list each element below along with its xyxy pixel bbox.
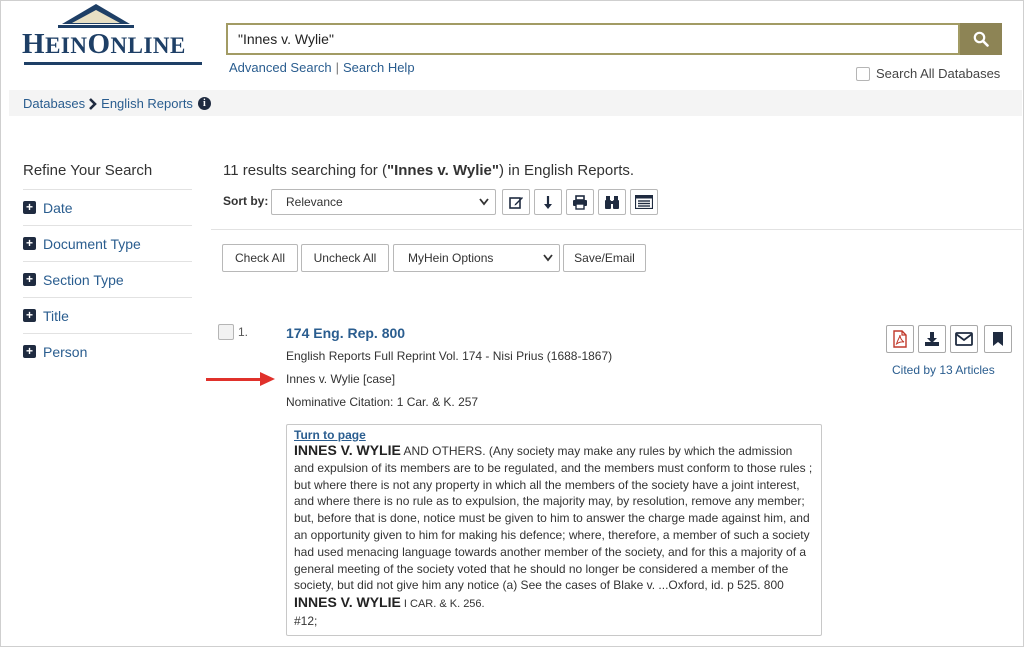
facet-label: Person bbox=[43, 343, 88, 360]
list-view-button[interactable] bbox=[630, 189, 658, 215]
plus-icon: + bbox=[23, 309, 36, 322]
snippet-text: INNES V. WYLIE AND OTHERS. (Any society … bbox=[294, 442, 814, 630]
bookmark-button[interactable] bbox=[984, 325, 1012, 353]
search-all-checkbox[interactable] bbox=[856, 66, 870, 81]
result-number: 1. bbox=[238, 325, 249, 339]
sort-select[interactable]: Relevance bbox=[271, 189, 496, 215]
pdf-icon bbox=[893, 330, 907, 348]
pdf-button[interactable] bbox=[886, 325, 914, 353]
breadcrumb-english-reports[interactable]: English Reports bbox=[101, 96, 193, 111]
facet-label: Title bbox=[43, 307, 69, 324]
bookmark-icon bbox=[993, 332, 1003, 346]
uncheck-all-button[interactable]: Uncheck All bbox=[301, 244, 389, 272]
cited-by-link[interactable]: Cited by 13 Articles bbox=[892, 363, 995, 377]
search-input[interactable] bbox=[238, 31, 938, 47]
results-query: "Innes v. Wylie" bbox=[386, 162, 500, 179]
facet-label: Date bbox=[43, 199, 73, 216]
download-icon bbox=[925, 332, 939, 346]
binoculars-icon bbox=[605, 195, 619, 209]
chevron-down-icon bbox=[479, 198, 489, 206]
advanced-search-link[interactable]: Advanced Search bbox=[229, 60, 332, 75]
info-icon[interactable]: i bbox=[197, 97, 211, 110]
search-all-label: Search All Databases bbox=[876, 66, 1001, 81]
logo-roof-inner bbox=[72, 10, 120, 23]
results-count: 11 bbox=[223, 162, 239, 179]
save-email-button[interactable]: Save/Email bbox=[563, 244, 646, 272]
plus-icon: + bbox=[23, 273, 36, 286]
snippet-body: AND OTHERS. (Any society may make any ru… bbox=[294, 444, 813, 593]
facet-label: Section Type bbox=[43, 271, 124, 288]
myhein-options-label: MyHein Options bbox=[408, 251, 494, 265]
print-button[interactable] bbox=[566, 189, 594, 215]
results-pre: results searching for ( bbox=[238, 162, 387, 179]
chevron-down-icon bbox=[543, 254, 553, 262]
snippet-citation: I CAR. & K. 256. bbox=[400, 598, 485, 611]
facet-document-type[interactable]: + Document Type bbox=[23, 226, 192, 262]
snippet-end: #12; bbox=[294, 613, 318, 628]
facet-person[interactable]: + Person bbox=[23, 334, 192, 369]
toolbar-divider bbox=[211, 229, 1022, 230]
plus-icon: + bbox=[23, 201, 36, 214]
facet-label: Document Type bbox=[43, 235, 141, 252]
envelope-icon bbox=[955, 332, 973, 346]
result-snippet: Turn to page INNES V. WYLIE AND OTHERS. … bbox=[286, 424, 822, 636]
snippet-highlight: INNES V. WYLIE bbox=[294, 594, 401, 611]
facet-date[interactable]: + Date bbox=[23, 190, 192, 226]
result-source: English Reports Full Reprint Vol. 174 - … bbox=[286, 349, 613, 363]
results-post: ) in English Reports. bbox=[499, 162, 635, 179]
search-icon bbox=[973, 31, 989, 47]
print-icon bbox=[573, 194, 587, 210]
result-title-link[interactable]: 174 Eng. Rep. 800 bbox=[286, 325, 405, 341]
heinonline-logo[interactable]: HEINONLINE bbox=[22, 4, 204, 70]
sort-down-icon bbox=[544, 195, 552, 209]
link-separator: | bbox=[335, 60, 340, 75]
plus-icon: + bbox=[23, 237, 36, 250]
search-help-link[interactable]: Search Help bbox=[343, 60, 415, 75]
turn-to-page-link[interactable]: Turn to page bbox=[294, 428, 814, 442]
annotation-arrow-head bbox=[260, 372, 275, 386]
search-all-databases[interactable]: Search All Databases bbox=[856, 66, 1000, 81]
facet-title[interactable]: + Title bbox=[23, 298, 192, 334]
sort-label: Sort by: bbox=[223, 194, 269, 208]
sort-direction-button[interactable] bbox=[534, 189, 562, 215]
plus-icon: + bbox=[23, 345, 36, 358]
refine-title: Refine Your Search bbox=[23, 160, 192, 190]
breadcrumb-bar: Databases English Reports i bbox=[9, 90, 1022, 116]
breadcrumb: Databases English Reports i bbox=[23, 96, 211, 111]
sort-value: Relevance bbox=[286, 195, 343, 209]
download-button[interactable] bbox=[918, 325, 946, 353]
myhein-options-select[interactable]: MyHein Options bbox=[393, 244, 560, 272]
chevron-right-icon bbox=[89, 97, 97, 110]
search-button[interactable] bbox=[960, 23, 1002, 55]
search-links: Advanced Search | Search Help bbox=[229, 60, 415, 75]
search-box[interactable] bbox=[226, 23, 960, 55]
facet-section-type[interactable]: + Section Type bbox=[23, 262, 192, 298]
annotation-arrow bbox=[206, 378, 262, 381]
result-case-name: Innes v. Wylie [case] bbox=[286, 372, 396, 386]
logo-underline bbox=[24, 62, 202, 65]
edit-icon bbox=[508, 196, 523, 209]
email-button[interactable] bbox=[950, 325, 978, 353]
results-summary: 11 results searching for ("Innes v. Wyli… bbox=[223, 162, 634, 179]
edit-search-button[interactable] bbox=[502, 189, 530, 215]
check-all-button[interactable]: Check All bbox=[222, 244, 298, 272]
view-hits-button[interactable] bbox=[598, 189, 626, 215]
breadcrumb-databases[interactable]: Databases bbox=[23, 96, 85, 111]
result-nominative-citation: Nominative Citation: 1 Car. & K. 257 bbox=[286, 395, 479, 409]
logo-text: HEINONLINE bbox=[22, 28, 186, 60]
result-checkbox[interactable] bbox=[218, 324, 234, 340]
list-view-icon bbox=[635, 195, 653, 209]
snippet-highlight: INNES V. WYLIE bbox=[294, 442, 401, 458]
refine-sidebar: Refine Your Search + Date + Document Type … bbox=[23, 160, 192, 369]
